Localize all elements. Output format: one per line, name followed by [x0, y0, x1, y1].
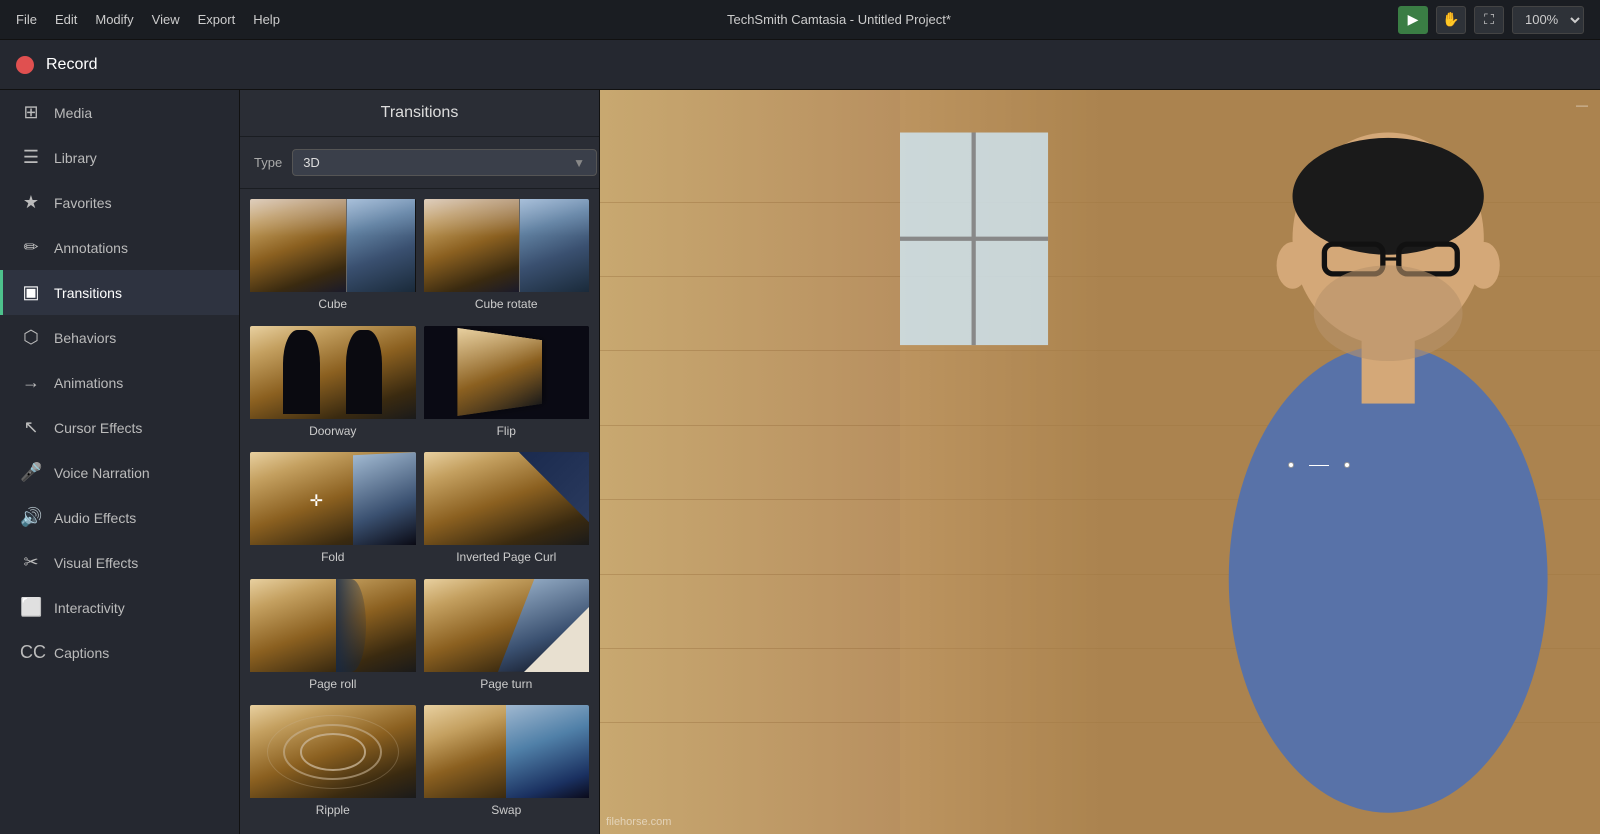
record-bar: Record — [0, 40, 1600, 90]
interactivity-icon: ⬜ — [20, 597, 42, 618]
preview-line — [1309, 465, 1329, 466]
transitions-panel: Transitions Type 3D 2D All ▼ Cube — [240, 90, 600, 834]
crop-tool-button[interactable]: ⛶ — [1474, 6, 1504, 34]
preview-point-left — [1288, 462, 1294, 468]
video-preview: — — [600, 90, 1600, 834]
sidebar-label-favorites: Favorites — [54, 195, 112, 211]
annotations-icon: ✏ — [20, 237, 42, 258]
transition-item-flip[interactable]: Flip — [422, 324, 592, 447]
toolbar-right: ▶ ✋ ⛶ 100% 75% 50% 150% — [1398, 6, 1584, 34]
sidebar-label-library: Library — [54, 150, 97, 166]
transition-item-ripple[interactable]: Ripple — [248, 703, 418, 826]
sidebar-item-voice-narration[interactable]: 🎤 Voice Narration — [0, 450, 239, 495]
transition-label-inverted-page-curl: Inverted Page Curl — [424, 545, 590, 569]
transition-item-fold[interactable]: ✛ Fold — [248, 450, 418, 573]
preview-area[interactable]: — filehorse.com — [600, 90, 1600, 834]
transition-item-swap[interactable]: Swap — [422, 703, 592, 826]
preview-corner-handle[interactable]: — — [1576, 98, 1588, 112]
media-icon: ⊞ — [20, 102, 42, 123]
sidebar-item-cursor-effects[interactable]: ↖ Cursor Effects — [0, 405, 239, 450]
voice-narration-icon: 🎤 — [20, 462, 42, 483]
visual-effects-icon: ✂ — [20, 552, 42, 573]
animations-icon: → — [20, 372, 42, 393]
sidebar-label-transitions: Transitions — [54, 285, 122, 301]
menu-modify[interactable]: Modify — [95, 12, 133, 27]
title-bar: File Edit Modify View Export Help TechSm… — [0, 0, 1600, 40]
transition-label-page-roll: Page roll — [250, 672, 416, 696]
sidebar-label-media: Media — [54, 105, 92, 121]
favorites-icon: ★ — [20, 192, 42, 213]
transition-item-cube[interactable]: Cube — [248, 197, 418, 320]
sidebar-label-cursor-effects: Cursor Effects — [54, 420, 142, 436]
menu-view[interactable]: View — [152, 12, 180, 27]
menu-edit[interactable]: Edit — [55, 12, 77, 27]
transitions-filter: Type 3D 2D All ▼ — [240, 137, 599, 189]
sidebar-label-captions: Captions — [54, 645, 109, 661]
sidebar-item-media[interactable]: ⊞ Media — [0, 90, 239, 135]
menu-help[interactable]: Help — [253, 12, 280, 27]
hand-tool-button[interactable]: ✋ — [1436, 6, 1466, 34]
transition-label-cube: Cube — [250, 292, 416, 316]
transition-label-page-turn: Page turn — [424, 672, 590, 696]
sidebar-label-animations: Animations — [54, 375, 123, 391]
type-filter-select[interactable]: 3D 2D All — [292, 149, 597, 176]
sidebar-item-favorites[interactable]: ★ Favorites — [0, 180, 239, 225]
sidebar-label-audio-effects: Audio Effects — [54, 510, 136, 526]
transition-item-doorway[interactable]: Doorway — [248, 324, 418, 447]
sidebar-item-behaviors[interactable]: ⬡ Behaviors — [0, 315, 239, 360]
sidebar-item-interactivity[interactable]: ⬜ Interactivity — [0, 585, 239, 630]
transition-label-fold: Fold — [250, 545, 416, 569]
transition-item-page-roll[interactable]: Page roll — [248, 577, 418, 700]
sidebar-label-voice-narration: Voice Narration — [54, 465, 150, 481]
preview-point-right — [1344, 462, 1350, 468]
sidebar-item-library[interactable]: ☰ Library — [0, 135, 239, 180]
transition-item-inverted-page-curl[interactable]: Inverted Page Curl — [422, 450, 592, 573]
app-title: TechSmith Camtasia - Untitled Project* — [727, 12, 951, 27]
transition-item-cube-rotate[interactable]: Cube rotate — [422, 197, 592, 320]
menu-file[interactable]: File — [16, 12, 37, 27]
sidebar-label-interactivity: Interactivity — [54, 600, 125, 616]
sidebar-item-annotations[interactable]: ✏ Annotations — [0, 225, 239, 270]
main-area: ⊞ Media ☰ Library ★ Favorites ✏ Annotati… — [0, 90, 1600, 834]
transition-label-ripple: Ripple — [250, 798, 416, 822]
sidebar-label-annotations: Annotations — [54, 240, 128, 256]
menu-export[interactable]: Export — [198, 12, 236, 27]
behaviors-icon: ⬡ — [20, 327, 42, 348]
transitions-title: Transitions — [240, 90, 599, 137]
preview-connection-points — [1288, 462, 1350, 468]
menu-bar: File Edit Modify View Export Help — [16, 12, 280, 27]
transitions-icon: ▣ — [20, 282, 42, 303]
transition-item-page-turn[interactable]: Page turn — [422, 577, 592, 700]
audio-effects-icon: 🔊 — [20, 507, 42, 528]
transition-label-flip: Flip — [424, 419, 590, 443]
sidebar-item-animations[interactable]: → Animations — [0, 360, 239, 405]
filter-label: Type — [254, 155, 282, 170]
sidebar: ⊞ Media ☰ Library ★ Favorites ✏ Annotati… — [0, 90, 240, 834]
transition-label-swap: Swap — [424, 798, 590, 822]
sidebar-label-visual-effects: Visual Effects — [54, 555, 138, 571]
record-label[interactable]: Record — [46, 56, 98, 74]
sidebar-item-visual-effects[interactable]: ✂ Visual Effects — [0, 540, 239, 585]
sidebar-item-captions[interactable]: CC Captions — [0, 630, 239, 675]
zoom-select[interactable]: 100% 75% 50% 150% — [1512, 6, 1584, 34]
transitions-grid: Cube Cube rotate Doorway Flip ✛ Fold Inv… — [240, 189, 599, 834]
captions-icon: CC — [20, 642, 42, 663]
select-tool-button[interactable]: ▶ — [1398, 6, 1428, 34]
transition-label-doorway: Doorway — [250, 419, 416, 443]
transition-label-cube-rotate: Cube rotate — [424, 292, 590, 316]
sidebar-item-transitions[interactable]: ▣ Transitions — [0, 270, 239, 315]
sidebar-label-behaviors: Behaviors — [54, 330, 116, 346]
cursor-effects-icon: ↖ — [20, 417, 42, 438]
sidebar-item-audio-effects[interactable]: 🔊 Audio Effects — [0, 495, 239, 540]
record-dot[interactable] — [16, 56, 34, 74]
library-icon: ☰ — [20, 147, 42, 168]
watermark: filehorse.com — [606, 816, 671, 828]
